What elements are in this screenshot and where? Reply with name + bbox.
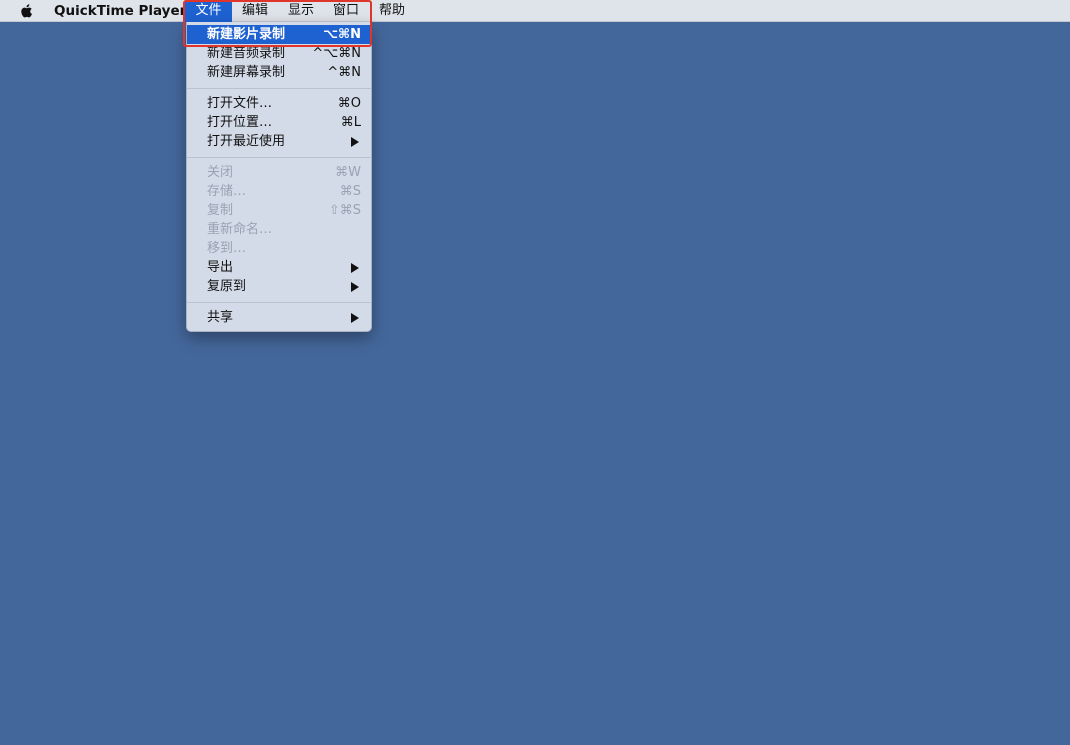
menu-item-label: 打开文件… [207,96,273,111]
menu-item-label: 共享 [207,310,234,325]
menu-item-shortcut: ^⌘N [327,65,361,80]
menu-item-shortcut: ⌘S [339,184,361,199]
submenu-arrow-icon [351,313,359,323]
menu-item-rename: 重新命名… [187,220,371,239]
menu-item-open-recent[interactable]: 打开最近使用 [187,132,371,151]
menu-item-open-file[interactable]: 打开文件… ⌘O [187,94,371,113]
menu-item-shortcut: ⇧⌘S [328,203,361,218]
menu-file[interactable]: 文件 [185,0,232,22]
menu-item-label: 存储… [207,184,247,199]
menu-item-close: 关闭 ⌘W [187,163,371,182]
menu-separator [187,157,371,158]
menu-item-label: 重新命名… [207,222,273,237]
menu-item-label: 导出 [207,260,234,275]
menu-item-label: 打开最近使用 [207,134,286,149]
menu-item-shortcut: ^⌥⌘N [312,46,361,61]
menu-view[interactable]: 显示 [288,0,314,22]
menu-edit[interactable]: 编辑 [242,0,268,22]
menu-item-label: 打开位置… [207,115,273,130]
menu-item-move-to: 移到… [187,239,371,258]
submenu-arrow-icon [351,137,359,147]
menu-item-shortcut: ⌘O [337,96,361,111]
menu-item-new-movie-recording[interactable]: 新建影片录制 ⌥⌘N [187,25,371,44]
menu-help[interactable]: 帮助 [379,0,405,22]
menu-item-new-screen-recording[interactable]: 新建屏幕录制 ^⌘N [187,63,371,82]
menu-item-shortcut: ⌘L [340,115,361,130]
menu-item-shortcut: ⌥⌘N [323,27,361,42]
menu-item-label: 关闭 [207,165,234,180]
apple-logo-icon[interactable] [17,2,37,20]
menu-item-shortcut: ⌘W [335,165,361,180]
menu-separator [187,88,371,89]
menu-bar: QuickTime Player 文件 编辑 显示 窗口 帮助 [0,0,1070,22]
app-menu-quicktime[interactable]: QuickTime Player [54,0,186,22]
menu-item-label: 新建影片录制 [207,27,286,42]
menu-item-label: 复原到 [207,279,247,294]
menu-item-export[interactable]: 导出 [187,258,371,277]
menu-item-label: 新建屏幕录制 [207,65,286,80]
menu-separator [187,302,371,303]
menu-item-label: 复制 [207,203,234,218]
submenu-arrow-icon [351,263,359,273]
menu-item-save: 存储… ⌘S [187,182,371,201]
menu-item-open-location[interactable]: 打开位置… ⌘L [187,113,371,132]
menu-item-label: 移到… [207,241,247,256]
submenu-arrow-icon [351,282,359,292]
menu-item-new-audio-recording[interactable]: 新建音频录制 ^⌥⌘N [187,44,371,63]
menu-window[interactable]: 窗口 [333,0,359,22]
menu-item-revert-to[interactable]: 复原到 [187,277,371,296]
menu-item-duplicate: 复制 ⇧⌘S [187,201,371,220]
menu-item-label: 新建音频录制 [207,46,286,61]
file-menu-dropdown: 新建影片录制 ⌥⌘N 新建音频录制 ^⌥⌘N 新建屏幕录制 ^⌘N 打开文件… … [186,22,372,332]
menu-item-share[interactable]: 共享 [187,308,371,327]
